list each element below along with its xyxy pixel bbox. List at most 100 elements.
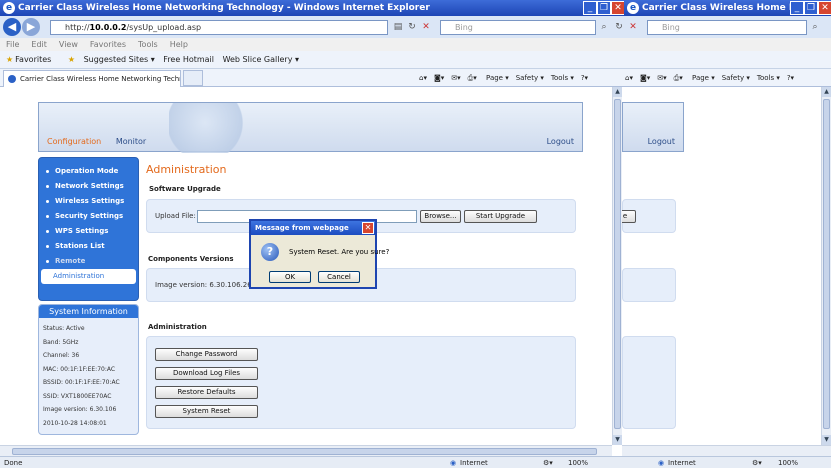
back-icon[interactable]: ◀ <box>3 18 21 36</box>
fav-web-slice-gallery[interactable]: Web Slice Gallery ▾ <box>223 55 299 64</box>
minimize-button-right[interactable]: _ <box>790 1 804 15</box>
nav-configuration[interactable]: Configuration <box>47 137 101 146</box>
change-password-button[interactable]: Change Password <box>155 348 258 361</box>
hscroll-thumb[interactable] <box>12 448 597 455</box>
sidebar-item-wireless-settings[interactable]: Wireless Settings <box>39 194 138 209</box>
menu-view[interactable]: View <box>59 40 78 49</box>
home-icon[interactable]: ⌂▾ <box>419 74 427 82</box>
cmd-page[interactable]: Page ▾ <box>486 74 509 82</box>
close-button[interactable]: ✕ <box>611 1 625 15</box>
cmd-page-right[interactable]: Page ▾ <box>692 74 715 82</box>
title-bar-left: e Carrier Class Wireless Home Networking… <box>0 0 624 16</box>
sidebar-item-network-settings[interactable]: Network Settings <box>39 179 138 194</box>
sidebar-item-administration[interactable]: Administration <box>41 269 136 284</box>
cmd-help-right[interactable]: ?▾ <box>787 74 794 82</box>
vertical-scrollbar-right[interactable]: ▲ ▼ <box>821 87 831 445</box>
scroll-down-icon[interactable]: ▼ <box>613 435 622 445</box>
refresh-icon-right[interactable]: ↻ <box>613 20 625 35</box>
scroll-thumb-right[interactable] <box>823 99 830 429</box>
dialog-cancel-button[interactable]: Cancel <box>318 271 360 283</box>
cmd-safety-right[interactable]: Safety ▾ <box>722 74 750 82</box>
scroll-down-icon-right[interactable]: ▼ <box>822 435 831 445</box>
sysinfo-channel: Channel: 36 <box>43 352 80 359</box>
sidebar-item-wps-settings[interactable]: WPS Settings <box>39 224 138 239</box>
router-banner: Configuration Monitor Logout <box>38 102 583 153</box>
stop-icon-right[interactable]: ✕ <box>627 20 639 35</box>
add-favorite-icon[interactable]: ★ <box>68 55 75 64</box>
sidebar-item-operation-mode[interactable]: Operation Mode <box>39 164 138 179</box>
search-input[interactable]: Bing <box>440 20 596 35</box>
forward-icon[interactable]: ▶ <box>22 18 40 36</box>
horizontal-scrollbar[interactable] <box>0 445 612 456</box>
restore-button-right[interactable]: ❐ <box>804 1 818 15</box>
cmd-tools-right[interactable]: Tools ▾ <box>757 74 780 82</box>
dialog-close-icon[interactable]: ✕ <box>362 222 374 234</box>
mail-icon[interactable]: ✉▾ <box>451 74 460 82</box>
download-log-files-button[interactable]: Download Log Files <box>155 367 258 380</box>
sysinfo-image-version: Image version: 6.30.106 <box>43 406 117 413</box>
fav-suggested-sites[interactable]: Suggested Sites ▾ <box>84 55 155 64</box>
system-information-panel: System Information Status: Active Band: … <box>38 304 139 435</box>
confirm-dialog: Message from webpage ✕ ? System Reset. A… <box>249 219 389 289</box>
status-zoom-right[interactable]: 100% <box>778 457 798 469</box>
dialog-title: Message from webpage <box>251 221 375 235</box>
sysinfo-title: System Information <box>39 305 138 318</box>
scroll-up-icon-right[interactable]: ▲ <box>822 87 831 97</box>
stop-icon[interactable]: ✕ <box>420 20 432 35</box>
feeds-icon-right[interactable]: ◙▾ <box>640 74 650 82</box>
favorites-star-icon: ★ <box>6 55 14 64</box>
favorites-button[interactable]: Favorites <box>15 55 51 64</box>
refresh-icon[interactable]: ↻ <box>406 20 418 35</box>
compat-view-icon[interactable]: ▤ <box>392 20 404 35</box>
menu-edit[interactable]: Edit <box>31 40 47 49</box>
fav-free-hotmail[interactable]: Free Hotmail <box>163 55 214 64</box>
logout-link[interactable]: Logout <box>547 137 574 146</box>
close-button-right[interactable]: ✕ <box>818 1 831 15</box>
browse-button[interactable]: Browse... <box>420 210 461 223</box>
banner-people-image <box>169 103 259 153</box>
sysinfo-ssid: SSID: VXT1800EE70AC <box>43 392 112 400</box>
mail-icon-right[interactable]: ✉▾ <box>657 74 666 82</box>
menu-help[interactable]: Help <box>170 40 188 49</box>
system-reset-button[interactable]: System Reset <box>155 405 258 418</box>
restore-button[interactable]: ❐ <box>597 1 611 15</box>
globe-icon-right: ◉ <box>658 459 665 467</box>
menu-tools[interactable]: Tools <box>138 40 158 49</box>
url-prefix: http:// <box>65 23 90 32</box>
cmd-tools[interactable]: Tools ▾ <box>551 74 574 82</box>
protected-mode-icon[interactable]: ⚙▾ <box>543 457 553 469</box>
search-icon[interactable]: ⌕ <box>598 20 610 35</box>
vertical-scrollbar[interactable]: ▲ ▼ <box>612 87 622 445</box>
search-icon-right[interactable]: ⌕ <box>809 20 821 35</box>
restore-defaults-button[interactable]: Restore Defaults <box>155 386 258 399</box>
horizontal-scrollbar-right[interactable] <box>622 445 831 456</box>
start-upgrade-button[interactable]: Start Upgrade <box>464 210 537 223</box>
scroll-up-icon[interactable]: ▲ <box>613 87 622 97</box>
menu-favorites[interactable]: Favorites <box>90 40 126 49</box>
administration-heading: Administration <box>148 323 207 331</box>
menu-file[interactable]: File <box>6 40 19 49</box>
print-icon-right[interactable]: ⎙▾ <box>674 74 683 82</box>
dialog-ok-button[interactable]: OK <box>269 271 311 283</box>
sidebar-item-security-settings[interactable]: Security Settings <box>39 209 138 224</box>
cmd-help[interactable]: ?▾ <box>581 74 588 82</box>
logout-link-right[interactable]: Logout <box>648 137 675 146</box>
tab-router-page[interactable]: Carrier Class Wireless Home Networking T… <box>3 70 181 87</box>
print-icon[interactable]: ⎙▾ <box>468 74 477 82</box>
new-tab-button[interactable] <box>183 70 203 86</box>
url-input[interactable]: http://10.0.0.2/sysUp_upload.asp <box>50 20 388 35</box>
sysinfo-datetime: 2010-10-28 14:08:01 <box>43 419 107 427</box>
minimize-button[interactable]: _ <box>583 1 597 15</box>
feeds-icon[interactable]: ◙▾ <box>434 74 444 82</box>
sidebar-item-stations-list[interactable]: Stations List <box>39 239 138 254</box>
scroll-thumb[interactable] <box>614 99 621 429</box>
home-icon-right[interactable]: ⌂▾ <box>625 74 633 82</box>
status-zoom[interactable]: 100% <box>568 457 588 469</box>
nav-monitor[interactable]: Monitor <box>116 137 146 146</box>
sidebar-item-remote-management[interactable]: Remote Management <box>39 254 138 280</box>
ie-logo-icon: e <box>627 2 639 14</box>
protected-mode-icon-right[interactable]: ⚙▾ <box>752 457 762 469</box>
status-done: Done <box>4 459 23 467</box>
search-input-right[interactable]: Bing <box>647 20 807 35</box>
cmd-safety[interactable]: Safety ▾ <box>516 74 544 82</box>
